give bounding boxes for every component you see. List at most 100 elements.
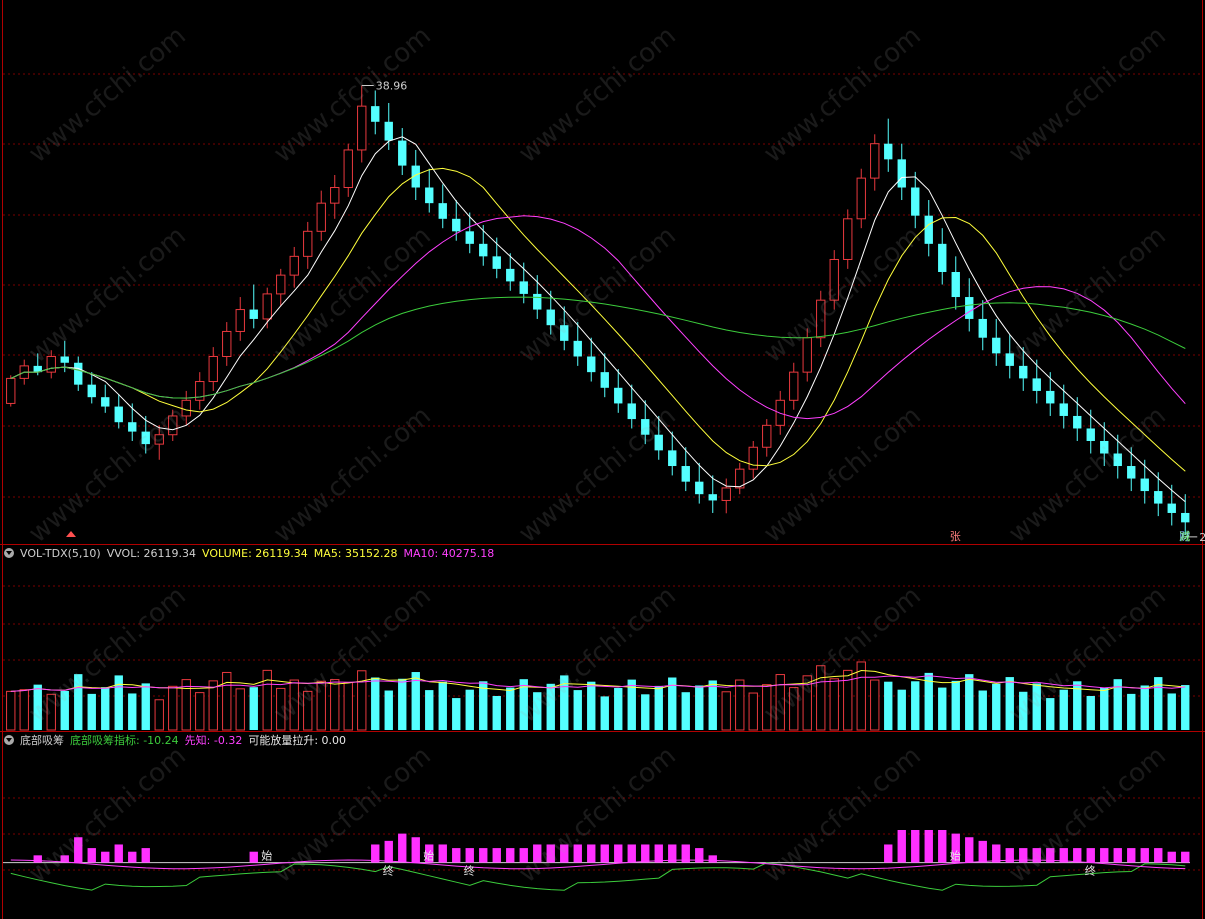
indicator-bar	[938, 830, 947, 863]
candle-body-down	[465, 231, 474, 244]
volume-bar-up	[276, 687, 286, 731]
candle-body-up	[856, 177, 866, 220]
candle-body-down	[1181, 512, 1190, 523]
candle-body-up	[343, 149, 353, 189]
candle-body-down	[371, 106, 380, 122]
volume-bar-down	[74, 674, 83, 730]
stock-chart: 38.9625.29张财减始终始终始终	[0, 0, 1205, 919]
indicator-bar	[600, 844, 609, 863]
volume-bar-down	[897, 689, 906, 730]
volume-bar-up	[762, 684, 772, 731]
candle-body-up	[357, 105, 367, 151]
volume-bar-down	[546, 683, 555, 730]
candle-body-up	[168, 415, 178, 436]
volume-bar-down	[1046, 698, 1055, 730]
ma5-value: MA5: 35152.28	[313, 546, 398, 560]
candle-body-down	[600, 372, 609, 388]
candle-body-down	[681, 466, 690, 482]
volume-bar-up	[303, 690, 313, 731]
candle-body-up	[208, 355, 218, 383]
candle-body-down	[573, 340, 582, 357]
volume-bar-down	[249, 687, 258, 730]
volume-bar-down	[884, 681, 893, 730]
indicator-bar	[519, 848, 528, 863]
candle-body-up	[762, 424, 772, 448]
candle-body-down	[452, 218, 461, 232]
candle-body-up	[789, 371, 799, 401]
indicator-bar	[884, 844, 893, 863]
indicator-bar	[411, 837, 420, 863]
volume-bar-down	[992, 683, 1001, 730]
candle-body-down	[978, 318, 987, 338]
indicator-phase-label: 终	[1085, 864, 1096, 878]
indicator-bar	[1073, 848, 1082, 863]
volume-bar-down	[600, 696, 609, 730]
indicator-dropdown-icon[interactable]	[4, 735, 14, 745]
indicator-bar	[897, 830, 906, 863]
candle-body-down	[911, 187, 920, 216]
indicator-bar	[384, 840, 393, 863]
volume-bar-up	[343, 682, 353, 731]
indicator-bar	[614, 844, 623, 863]
candle-body-down	[1032, 378, 1041, 391]
volume-bar-down	[1181, 685, 1190, 730]
indicator-bar	[1167, 851, 1176, 863]
volume-bar-up	[46, 693, 56, 731]
candle-body-down	[654, 434, 663, 451]
volume-bar-down	[1086, 695, 1095, 730]
candle-body-down	[924, 215, 933, 244]
volume-bar-down	[695, 685, 704, 730]
volume-bar-up	[235, 688, 245, 731]
candle-body-down	[627, 403, 636, 420]
volume-bar-down	[101, 687, 110, 730]
candle-body-down	[614, 387, 623, 404]
volume-bar-down	[128, 693, 137, 730]
indicator-phase-label: 终	[464, 864, 475, 878]
indicator-bar	[128, 851, 137, 863]
volume-bar-down	[87, 693, 96, 730]
indicator-bar	[1100, 848, 1109, 863]
candle-body-down	[1140, 478, 1149, 492]
ma5-line	[10, 136, 1186, 503]
volume-bar-down	[1032, 683, 1041, 730]
candle-body-down	[506, 268, 515, 282]
volume-bar-up	[357, 670, 367, 731]
candle-body-down	[114, 406, 123, 423]
volume-value: VOLUME: 26119.34	[202, 546, 308, 560]
volume-dropdown-icon[interactable]	[4, 548, 14, 558]
candle-body-up	[870, 143, 880, 179]
event-marker-1: 张	[950, 530, 961, 543]
candle-body-down	[587, 356, 596, 373]
indicator-bar	[141, 848, 150, 863]
indicator-main-line	[10, 862, 1186, 891]
candle-body-down	[1113, 453, 1122, 467]
indicator-phase-label: 始	[950, 849, 961, 863]
volume-bar-up	[721, 691, 731, 731]
candle-body-down	[1100, 440, 1109, 454]
candle-body-down	[897, 159, 906, 188]
volume-bar-down	[425, 690, 434, 730]
volume-bar-down	[114, 675, 123, 730]
volume-bar-up	[6, 690, 16, 731]
candle-body-down	[1046, 390, 1055, 404]
indicator-bar	[74, 837, 83, 863]
candle-body-down	[1154, 491, 1163, 504]
candle-body-down	[101, 397, 110, 407]
indicator-bar	[249, 851, 258, 863]
candle-body-down	[884, 143, 893, 160]
indicator-bar	[398, 833, 407, 863]
marker-arrow-icon	[66, 531, 76, 537]
candle-body-up	[262, 293, 272, 320]
indicator-bar	[371, 844, 380, 863]
candle-body-down	[249, 309, 258, 319]
candle-body-down	[398, 140, 407, 166]
candle-body-up	[829, 258, 839, 301]
candle-body-up	[721, 487, 731, 501]
candle-body-up	[181, 399, 191, 417]
volume-bar-up	[870, 679, 880, 731]
candle-body-down	[74, 362, 83, 385]
volume-bar-down	[438, 681, 447, 730]
volume-bar-down	[614, 688, 623, 730]
indicator-bar	[114, 844, 123, 863]
candle-body-up	[6, 377, 16, 404]
